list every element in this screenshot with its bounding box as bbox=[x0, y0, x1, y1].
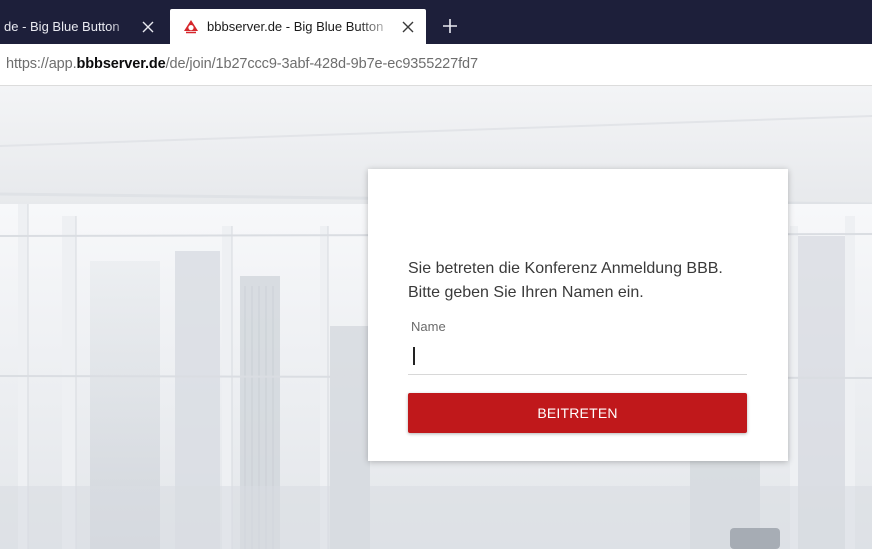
card-heading: Sie betreten die Konferenz Anmeldung BBB… bbox=[408, 260, 723, 277]
text-caret bbox=[413, 347, 415, 365]
page-viewport: Sie betreten die Konferenz Anmeldung BBB… bbox=[0, 86, 872, 549]
name-input[interactable] bbox=[408, 341, 747, 375]
card-instruction: Bitte geben Sie Ihren Namen ein. bbox=[408, 284, 644, 301]
address-bar[interactable]: https://app.bbbserver.de/de/join/1b27ccc… bbox=[0, 44, 872, 86]
plus-icon[interactable] bbox=[438, 14, 462, 38]
join-card: Sie betreten die Konferenz Anmeldung BBB… bbox=[368, 169, 788, 461]
browser-window: de - Big Blue Button bbbserver.de - Big … bbox=[0, 0, 872, 549]
tab-bar: de - Big Blue Button bbbserver.de - Big … bbox=[0, 0, 872, 44]
tab-active[interactable]: bbbserver.de - Big Blue Button bbox=[170, 9, 426, 44]
url-host: bbbserver.de bbox=[76, 56, 166, 72]
name-label: Name bbox=[411, 319, 446, 334]
bbbserver-logo-icon bbox=[183, 19, 199, 35]
url-text[interactable]: https://app.bbbserver.de/de/join/1b27ccc… bbox=[6, 56, 478, 72]
join-button[interactable]: BEITRETEN bbox=[408, 393, 747, 433]
url-path: /de/join/1b27ccc9-3abf-428d-9b7e-ec93552… bbox=[165, 56, 478, 72]
tab-inactive[interactable]: de - Big Blue Button bbox=[0, 9, 166, 44]
close-icon[interactable] bbox=[136, 15, 160, 39]
close-icon[interactable] bbox=[396, 15, 420, 39]
url-prefix: https://app. bbox=[6, 56, 77, 72]
tab-title: de - Big Blue Button bbox=[4, 19, 120, 34]
tab-title: bbbserver.de - Big Blue Button bbox=[207, 19, 384, 34]
